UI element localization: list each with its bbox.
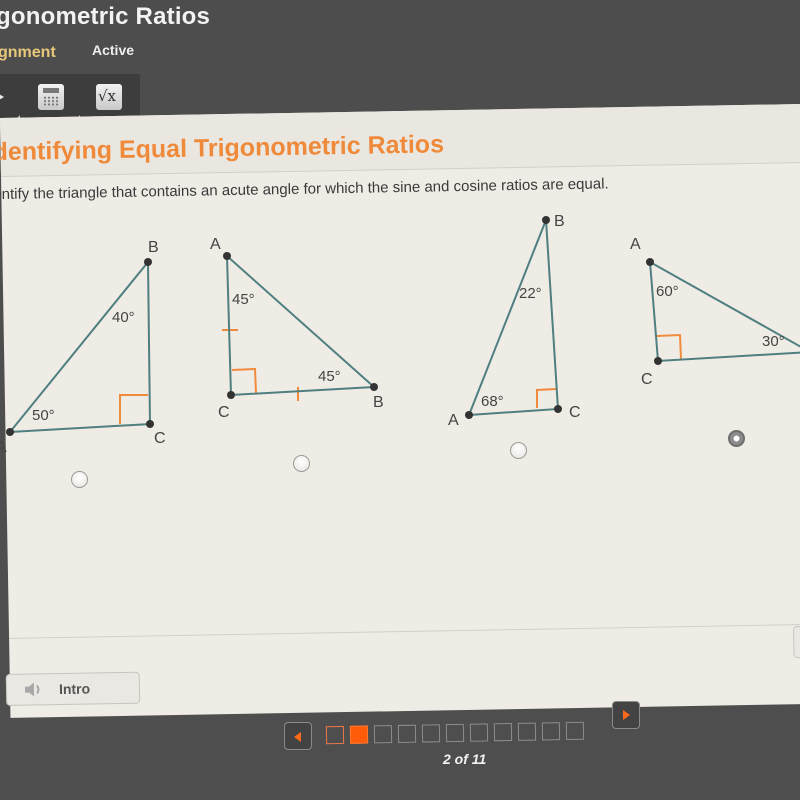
triangle-option-1: A B C 40° 50° [0,239,166,456]
vertex-a [465,411,473,419]
triangle-diagrams: A B C 40° 50° A B C 45° 45° A B C 22° 68… [0,213,800,456]
page-square-2[interactable] [349,725,369,744]
page-square-4[interactable] [397,724,417,743]
vertex-label-c: C [218,404,230,421]
left-arrow-icon [294,732,301,742]
page-square-10[interactable] [541,722,561,741]
vertex-c [654,357,662,365]
page-square-1[interactable] [325,725,345,745]
vertex-label-b: B [373,394,384,411]
right-angle-marker [231,367,257,394]
vertex-label-a: A [0,439,7,456]
right-arrow-icon [623,710,630,720]
vertex-c [554,405,562,413]
vertex-label-a: A [448,412,459,429]
triangle-option-2: A B C 45° 45° [210,236,384,421]
page-count: 2 of 11 [443,751,487,767]
page-square-7[interactable] [469,723,489,742]
vertex-c [146,420,154,428]
previous-button[interactable] [284,722,312,750]
vertex-b [542,216,550,224]
angle-label-a: 60° [656,283,679,300]
page-square-5[interactable] [421,724,441,743]
angle-label-b: 45° [318,368,341,385]
vertex-c [227,391,235,399]
triangle-edges [7,259,152,434]
vertex-a [223,252,231,260]
option-radio-3[interactable] [510,442,527,459]
angle-label-b: 40° [112,309,135,326]
vertex-a [646,258,654,266]
triangle-option-3: A B C 22° 68° [448,213,581,429]
vertex-a [6,428,14,436]
vertex-label-c: C [641,371,653,388]
vertex-label-c: C [569,404,581,421]
page-square-6[interactable] [445,723,465,743]
angle-label-a: 68° [481,393,504,410]
vertex-label-c: C [154,430,166,447]
angle-label-a: 50° [32,407,55,424]
vertex-label-b: B [554,213,565,230]
page-square-9[interactable] [517,722,537,741]
vertex-b [370,383,378,391]
angle-label-a: 45° [232,291,255,308]
right-angle-marker [656,333,682,360]
triangle-option-4: A C 60° 30° [630,236,800,388]
vertex-label-b: B [148,239,159,256]
page-square-8[interactable] [493,723,513,742]
option-radio-2[interactable] [293,455,310,472]
vertex-label-a: A [630,236,641,253]
angle-label-b: 22° [519,285,542,302]
triangle-edges [467,219,560,417]
angle-label-b: 30° [762,333,785,350]
triangle-edges [225,253,377,397]
right-angle-marker [536,388,557,408]
option-radio-4[interactable] [728,430,745,447]
vertex-b [144,258,152,266]
page-square-11[interactable] [565,721,585,741]
next-button[interactable] [612,701,640,729]
page-square-3[interactable] [373,725,393,744]
option-radio-1[interactable] [71,471,88,488]
vertex-label-a: A [210,236,221,253]
right-angle-marker [119,394,148,424]
